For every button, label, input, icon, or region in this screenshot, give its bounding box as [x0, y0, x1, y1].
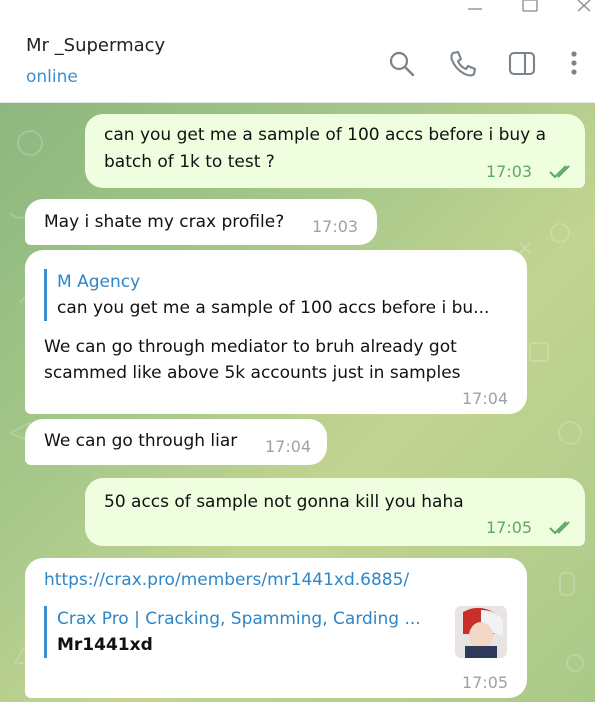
link-preview-text: Mr1441xd: [57, 635, 153, 655]
message-outgoing[interactable]: 50 accs of sample not gonna kill you hah…: [85, 478, 585, 546]
more-button[interactable]: [561, 49, 591, 79]
link-preview-thumbnail: [455, 606, 507, 658]
message-time: 17:04: [265, 437, 312, 456]
chat-header: Mr _Supermacy online: [0, 22, 595, 103]
link-preview-title: Crax Pro | Cracking, Spamming, Carding .…: [57, 609, 421, 629]
window-title-bar: [0, 0, 595, 22]
message-time: 17:04: [462, 389, 509, 408]
contact-status: online: [26, 67, 78, 87]
reply-text: can you get me a sample of 100 accs befo…: [57, 298, 490, 318]
message-incoming-reply[interactable]: M Agency can you get me a sample of 100 …: [25, 250, 527, 414]
chat-area[interactable]: can you get me a sample of 100 accs befo…: [0, 103, 595, 702]
message-time: 17:05: [486, 518, 533, 537]
message-time: 17:03: [486, 162, 533, 181]
message-outgoing[interactable]: can you get me a sample of 100 accs befo…: [85, 114, 585, 188]
reply-sender-name: M Agency: [57, 272, 141, 292]
message-text: scammed like above 5k accounts just in s…: [44, 363, 461, 383]
call-button[interactable]: [448, 49, 478, 79]
message-text: We can go through mediator to bruh alrea…: [44, 337, 457, 357]
search-button[interactable]: [387, 49, 417, 79]
sidebar-toggle-icon: [508, 51, 536, 76]
message-incoming[interactable]: May i shate my crax profile? 17:03: [25, 199, 377, 245]
message-text: can you get me a sample of 100 accs befo…: [104, 125, 547, 145]
minimize-button[interactable]: [452, 0, 498, 16]
message-text: batch of 1k to test ?: [104, 152, 275, 172]
message-incoming-link[interactable]: https://crax.pro/members/mr1441xd.6885/ …: [25, 558, 527, 698]
sidebar-toggle-button[interactable]: [507, 49, 537, 79]
read-ticks-icon: [549, 521, 570, 535]
message-time: 17:05: [462, 673, 509, 692]
phone-icon: [450, 50, 477, 77]
message-incoming[interactable]: We can go through liar 17:04: [25, 419, 327, 465]
reply-quote[interactable]: M Agency can you get me a sample of 100 …: [44, 269, 507, 321]
search-icon: [389, 51, 415, 77]
message-text: We can go through liar: [44, 431, 238, 451]
maximize-icon: [522, 0, 538, 12]
minimize-icon: [468, 8, 482, 10]
message-time: 17:03: [312, 217, 359, 236]
link-preview[interactable]: Crax Pro | Cracking, Spamming, Carding .…: [44, 606, 512, 658]
more-vertical-icon: [571, 51, 577, 75]
close-icon: [577, 0, 591, 12]
message-text: May i shate my crax profile?: [44, 212, 285, 232]
message-text: 50 accs of sample not gonna kill you hah…: [104, 492, 464, 512]
close-button[interactable]: [560, 0, 595, 16]
read-ticks-icon: [549, 165, 570, 179]
maximize-button[interactable]: [507, 0, 553, 16]
message-link[interactable]: https://crax.pro/members/mr1441xd.6885/: [44, 567, 409, 593]
contact-name[interactable]: Mr _Supermacy: [26, 35, 165, 56]
